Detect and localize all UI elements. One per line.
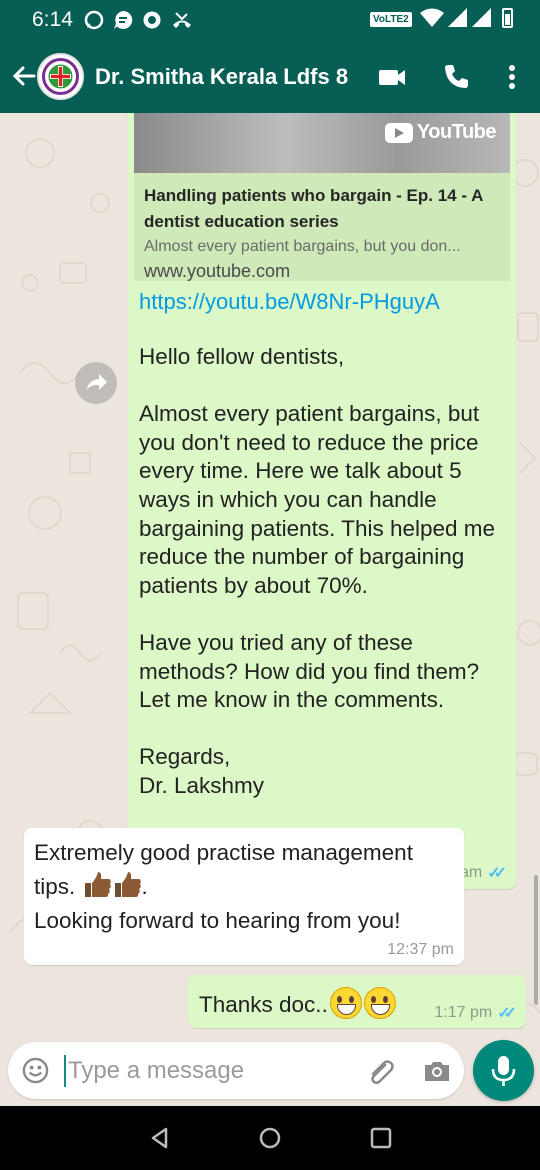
message-composer xyxy=(8,1042,464,1099)
status-bar: 6:14 VoLTE2 xyxy=(0,0,540,40)
voice-call-icon[interactable] xyxy=(440,61,472,93)
youtube-logo: YouTube xyxy=(384,121,497,144)
link-preview[interactable]: Handling patients who bargain - Ep. 14 -… xyxy=(134,173,510,281)
grinning-face-icon xyxy=(329,987,362,1019)
thumbs-up-icon xyxy=(84,872,111,897)
message-meta: 12:37 pm xyxy=(387,941,454,959)
link-preview-thumbnail[interactable]: YouTube xyxy=(134,113,510,173)
missed-call-icon xyxy=(173,12,191,28)
link-preview-site: www.youtube.com xyxy=(144,261,291,281)
outgoing-message-bubble[interactable]: Thanks doc.. 1:17 pm ✓✓ xyxy=(188,975,526,1028)
youtube-brand-text: YouTube xyxy=(416,121,497,143)
message-link[interactable]: https://youtu.be/W8Nr-PHguyA xyxy=(139,289,440,315)
message-input[interactable] xyxy=(64,1055,344,1087)
record-notification-icon xyxy=(143,11,161,29)
more-options-icon[interactable] xyxy=(496,61,528,93)
signal-2-icon xyxy=(472,8,491,27)
nav-home-icon[interactable] xyxy=(258,1126,282,1150)
system-icons xyxy=(420,8,513,28)
read-receipt-icon: ✓✓ xyxy=(497,1005,517,1022)
grinning-face-icon xyxy=(363,987,396,1019)
voice-record-button[interactable] xyxy=(473,1040,534,1101)
emoji-icon[interactable] xyxy=(22,1057,49,1084)
chat-area[interactable]: YouTube Handling patients who bargain - … xyxy=(0,113,540,1040)
volte-badge: VoLTE2 xyxy=(370,12,412,27)
battery-icon xyxy=(502,8,513,28)
notification-icons xyxy=(84,10,193,30)
whatsapp-notification-icon xyxy=(84,10,104,30)
thumbs-up-icon xyxy=(114,872,141,897)
youtube-play-icon xyxy=(384,122,413,143)
outgoing-message-bubble[interactable]: YouTube Handling patients who bargain - … xyxy=(128,113,516,889)
group-logo-icon xyxy=(40,56,81,97)
message-text-content: Thanks doc.. xyxy=(199,992,328,1017)
forward-button[interactable] xyxy=(75,362,117,404)
link-preview-title: Handling patients who bargain - Ep. 14 -… xyxy=(144,186,483,231)
attach-icon[interactable] xyxy=(365,1056,395,1086)
microphone-icon xyxy=(491,1056,516,1086)
message-meta: 1:17 pm ✓✓ xyxy=(434,1003,517,1023)
forward-arrow-icon xyxy=(87,374,107,390)
message-time: 1:17 pm xyxy=(434,1004,493,1021)
video-call-icon[interactable] xyxy=(376,61,408,93)
message-notification-icon xyxy=(114,10,133,29)
system-navigation-bar xyxy=(0,1106,540,1170)
message-text: Extremely good practise management tips.… xyxy=(34,836,454,938)
wifi-icon xyxy=(420,8,444,27)
message-text: Thanks doc.. xyxy=(199,987,396,1019)
status-time: 6:14 xyxy=(32,8,73,31)
signal-icon xyxy=(448,8,467,27)
chat-scrollbar[interactable] xyxy=(534,875,538,1005)
message-time: 12:37 pm xyxy=(387,941,454,958)
chat-header: Dr. Smitha Kerala Ldfs 8 xyxy=(0,40,540,113)
read-receipt-icon: ✓✓ xyxy=(487,865,507,882)
incoming-message-bubble[interactable]: Extremely good practise management tips.… xyxy=(24,828,464,965)
message-text: Hello fellow dentists, Almost every pati… xyxy=(139,344,496,798)
nav-recents-icon[interactable] xyxy=(369,1126,393,1150)
link-preview-description: Almost every patient bargains, but you d… xyxy=(144,238,461,255)
camera-icon[interactable] xyxy=(422,1056,452,1086)
avatar[interactable] xyxy=(37,53,84,100)
nav-back-icon[interactable] xyxy=(148,1126,172,1150)
back-arrow-icon[interactable] xyxy=(8,62,38,92)
contact-name[interactable]: Dr. Smitha Kerala Ldfs 8 xyxy=(95,64,348,90)
